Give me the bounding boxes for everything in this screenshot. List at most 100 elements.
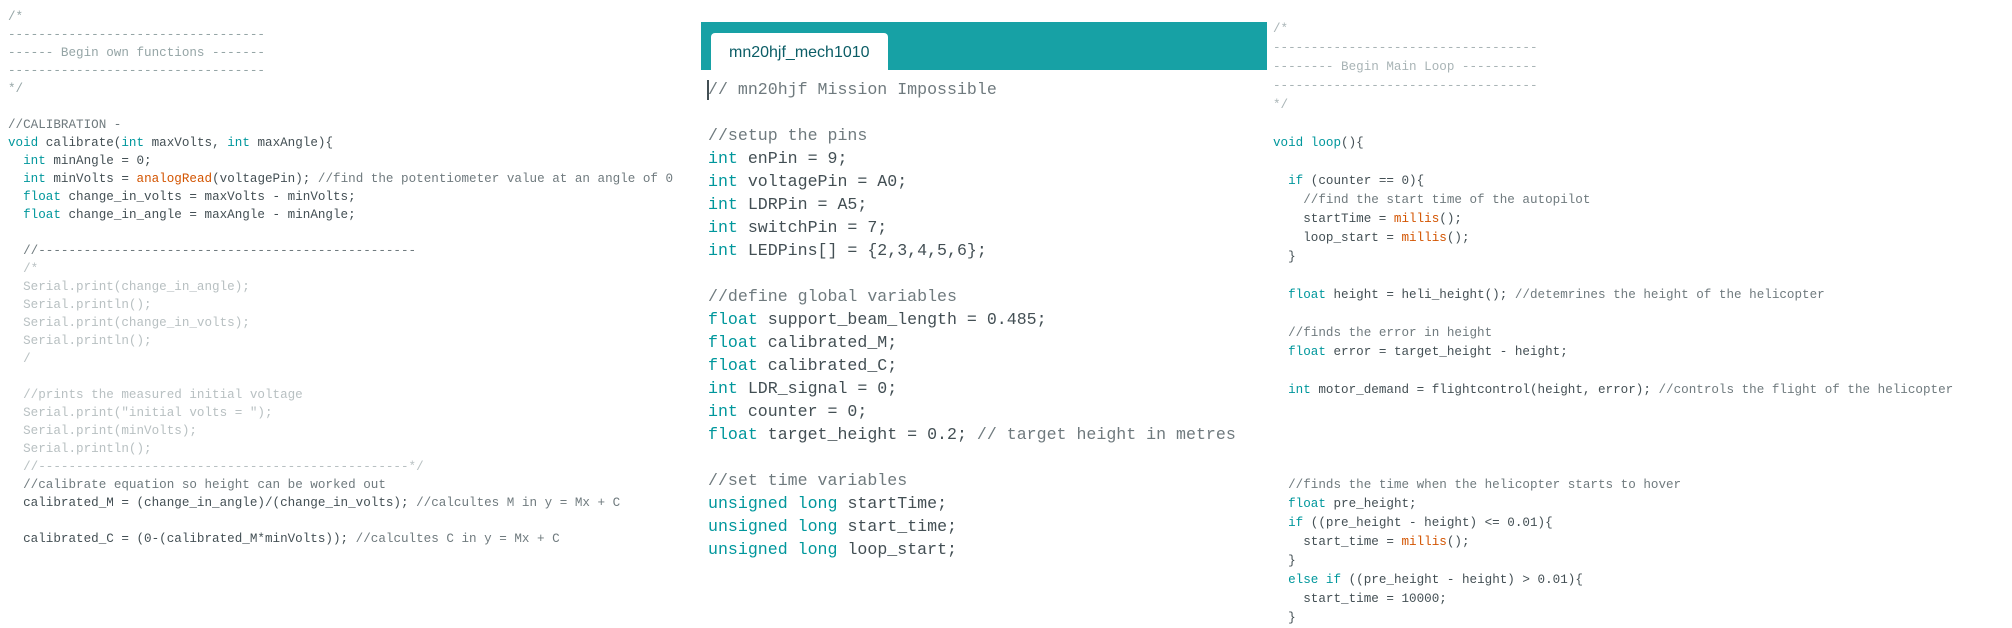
code-token: float [23,190,61,204]
code-line: Serial.print(minVolts); [8,422,673,440]
code-token: float [23,208,61,222]
code-line: startTime = millis(); [1273,210,1953,229]
code-token: int [708,149,738,168]
code-line: } [1273,552,1953,571]
tab-sketch-file[interactable]: mn20hjf_mech1010 [711,33,888,70]
code-token: counter = 0; [737,402,868,421]
code-token: LEDPins[] = {2,3,4,5,6}; [737,241,987,260]
code-token: */ [1273,98,1289,112]
code-line: Serial.println(); [8,440,673,458]
code-line: //finds the error in height [1273,324,1953,343]
code-line: ----------------------------------- [1273,77,1953,96]
code-token: //CALIBRATION - [8,118,122,132]
code-token: ((pre_height - height) > 0.01){ [1341,573,1583,587]
code-token: //find the start time of the autopilot [1303,193,1591,207]
code-token: //calcultes M in y = Mx + C [416,496,621,510]
code-token: //calcultes C in y = Mx + C [355,532,560,546]
code-token: voltagePin = A0; [737,172,908,191]
code-token: calibrated_C; [757,356,898,375]
code-line: */ [1273,96,1953,115]
code-token: loop_start = [1273,231,1402,245]
code-token: if [1325,573,1342,587]
code-token: LDRPin = A5; [737,195,868,214]
code-token: //find the potentiometer value at an ang… [317,172,674,186]
code-area[interactable]: /*--------------------------------------… [8,8,673,548]
code-line: /* [8,8,673,26]
code-token: //calibrate equation so height can be wo… [23,478,386,492]
code-line: //define global variables [708,285,1267,308]
code-line: float pre_height; [1273,495,1953,514]
code-token: start_time = [1273,535,1402,549]
code-token: /* [8,10,24,24]
code-token: Serial.println(); [8,334,152,348]
code-token: } [1273,611,1296,625]
editor-pane-main[interactable]: mn20hjf_mech1010 // mn20hjf Mission Impo… [701,22,1267,561]
code-token: start_time = 10000; [1273,592,1447,606]
code-token: minAngle = 0; [45,154,152,168]
code-line: ​ [1273,438,1953,457]
code-area[interactable]: // mn20hjf Mission Impossible ​ //setup th… [701,70,1267,561]
code-token: float [1288,497,1326,511]
code-token: -------- Begin Main Loop ---------- [1273,60,1538,74]
code-line: else if ((pre_height - height) > 0.01){ [1273,571,1953,590]
code-line: unsigned long start_time; [708,515,1267,538]
code-area[interactable]: /*--------------------------------------… [1273,20,1953,628]
code-line: //CALIBRATION - [8,116,673,134]
code-line: Serial.println(); [8,296,673,314]
code-token: if [1288,516,1304,530]
code-token: startTime = [1273,212,1394,226]
code-token: millis [1401,231,1447,245]
code-line: ​ [8,368,673,386]
code-line: //--------------------------------------… [8,458,673,476]
code-line: Serial.println(); [8,332,673,350]
code-line: float target_height = 0.2; // target hei… [708,423,1267,446]
code-token: //--------------------------------------… [8,244,417,258]
code-token: (voltagePin); [212,172,318,186]
code-line: ​ [8,98,673,116]
editor-pane-left[interactable]: /* ---------------------------------- ----… [8,8,673,548]
code-token: start_time; [837,517,957,536]
code-line: float change_in_angle = maxAngle - minAn… [8,206,673,224]
code-token: //set time variables [708,471,908,490]
code-line: int LDR_signal = 0; [708,377,1267,400]
code-token: (); [1439,212,1462,226]
code-token: long [797,540,838,559]
code-token: Serial.print(minVolts); [8,424,197,438]
code-token: float [1288,288,1326,302]
code-token: Serial.print(change_in_angle); [8,280,250,294]
code-token: int [708,379,738,398]
code-token: //--------------------------------------… [8,460,424,474]
editor-pane-right[interactable]: /* ----------------------------------- ---… [1273,20,1953,628]
code-token: //detemrines the height of the helicopte… [1514,288,1825,302]
code-line: int voltagePin = A0; [708,170,1267,193]
code-line: float change_in_volts = maxVolts - minVo… [8,188,673,206]
code-token: enPin = 9; [737,149,848,168]
code-token: motor_demand = flightcontrol(height, err… [1310,383,1659,397]
code-line: */ [8,80,673,98]
code-token: void [8,136,39,150]
code-token: calibrated_C = (0-(calibrated_M*minVolts… [8,532,356,546]
code-line: /* [8,260,673,278]
code-token: (){ [1341,136,1364,150]
code-token: int [1288,383,1311,397]
code-line: } [1273,609,1953,628]
code-token: float [708,310,758,329]
code-line: ​ [708,101,1267,124]
code-token: int [708,241,738,260]
code-line: start_time = 10000; [1273,590,1953,609]
code-token: // target height in metres [976,425,1236,444]
code-token: Serial.print("initial volts = "); [8,406,273,420]
code-token: int [121,136,145,150]
code-token: int [23,172,46,186]
code-token: int [708,218,738,237]
code-line: ​ [708,446,1267,469]
code-line: //find the start time of the autopilot [1273,191,1953,210]
code-line: ​ [1273,153,1953,172]
code-line: //finds the time when the helicopter sta… [1273,476,1953,495]
code-line: ​ [1273,267,1953,286]
